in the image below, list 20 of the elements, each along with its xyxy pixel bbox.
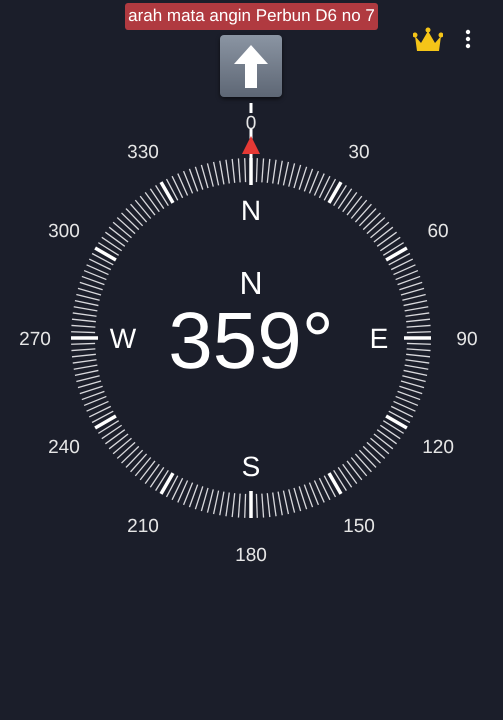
degree-label: 270 <box>19 329 51 350</box>
caption-banner: arah mata angin Perbun D6 no 7 <box>125 3 378 30</box>
degree-label: 180 <box>235 545 267 566</box>
cardinal-label: E <box>370 323 388 354</box>
needle-pointer <box>242 103 260 159</box>
crown-icon[interactable] <box>413 27 443 53</box>
cardinal-label: W <box>110 323 136 354</box>
degree-label: 240 <box>48 437 80 458</box>
cardinal-label: S <box>242 451 260 482</box>
degree-label: 90 <box>456 329 478 350</box>
cardinal-label: N <box>240 195 262 226</box>
degree-label: 150 <box>343 516 375 538</box>
degree-label: 60 <box>428 221 449 242</box>
degree-label: 30 <box>348 142 370 163</box>
more-menu-icon[interactable] <box>465 29 471 49</box>
degree-label: 300 <box>48 221 80 242</box>
degree-label: 120 <box>422 437 454 458</box>
degree-label: 210 <box>127 516 159 538</box>
degree-label: 330 <box>127 142 159 163</box>
degree-label: 0 <box>246 113 256 134</box>
